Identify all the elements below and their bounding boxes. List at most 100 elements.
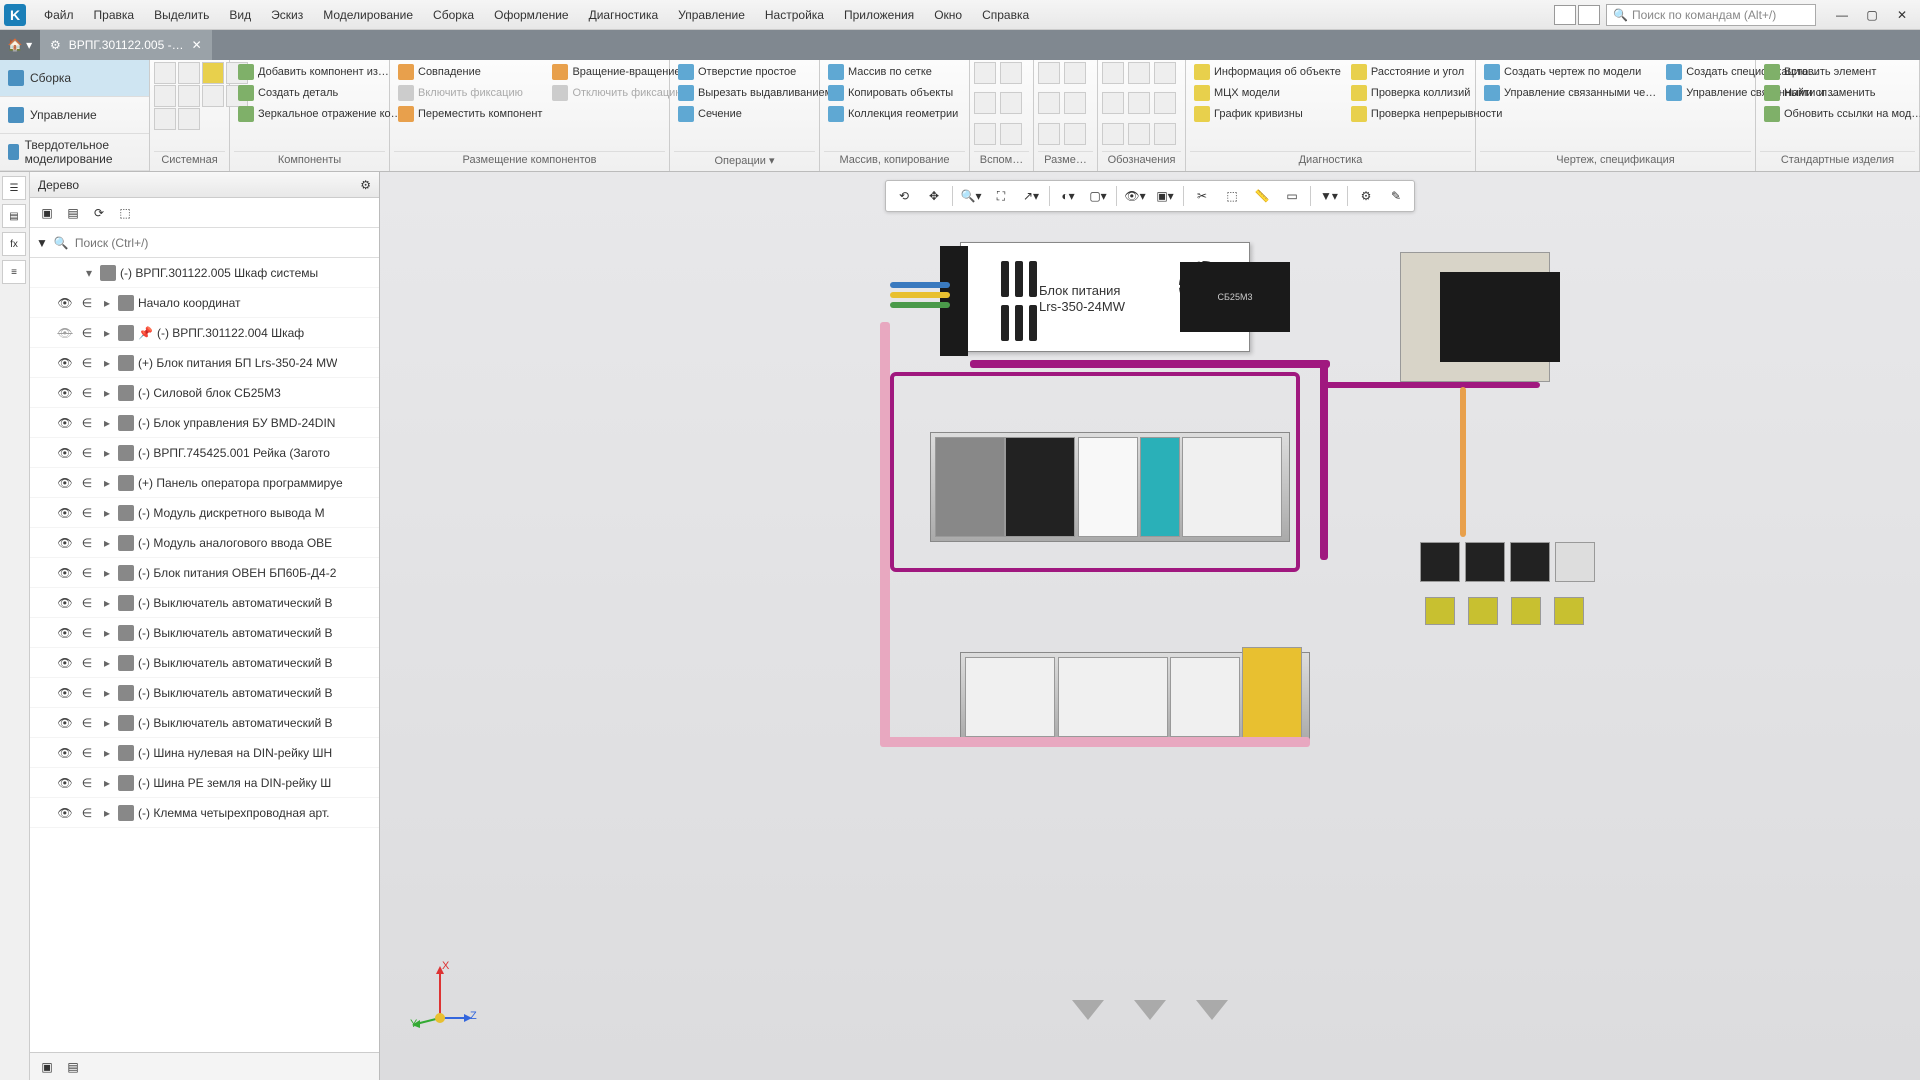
menu-Моделирование[interactable]: Моделирование [313,4,423,26]
visibility-icon[interactable]: 👁 [56,626,74,640]
inclusion-icon[interactable]: ∈ [78,806,96,820]
close-button[interactable]: ✕ [1888,4,1916,26]
menu-Выделить[interactable]: Выделить [144,4,219,26]
expand-icon[interactable]: ▸ [100,476,114,490]
expand-icon[interactable]: ▸ [100,386,114,400]
vp-settings-icon[interactable]: ⚙ [1352,183,1380,209]
inclusion-icon[interactable]: ∈ [78,296,96,310]
visibility-icon[interactable]: 👁 [56,416,74,430]
tree-settings-icon[interactable]: ⚙ [360,178,371,192]
aux-icon-3[interactable] [974,92,996,114]
annot-icon-6[interactable] [1154,92,1176,114]
ribbon-mode-assembly[interactable]: Сборка [0,60,149,97]
vp-pan-icon[interactable]: ✥ [920,183,948,209]
rotation-marker[interactable] [1196,1000,1228,1020]
expand-icon[interactable]: ▾ [82,266,96,280]
aux-icon-5[interactable] [974,123,996,145]
visibility-icon[interactable]: 👁 [56,446,74,460]
vp-orbit-icon[interactable]: ⟲ [890,183,918,209]
annot-icon-1[interactable] [1102,62,1124,84]
annot-icon-7[interactable] [1102,123,1124,145]
vp-wire-icon[interactable]: ▢▾ [1084,183,1112,209]
menu-Файл[interactable]: Файл [34,4,84,26]
rotation-marker[interactable] [1134,1000,1166,1020]
home-tab[interactable]: 🏠 ▾ [0,30,40,60]
tree-footer-2[interactable]: ▤ [62,1056,84,1078]
vp-explode-icon[interactable]: ⬚ [1218,183,1246,209]
vp-pencil-icon[interactable]: ✎ [1382,183,1410,209]
layout-icon-2[interactable] [1578,5,1600,25]
rotation-marker[interactable] [1072,1000,1104,1020]
menu-Вид[interactable]: Вид [219,4,261,26]
tree-tb-1[interactable]: ▣ [36,202,58,224]
visibility-icon[interactable]: 👁 [56,386,74,400]
visibility-icon[interactable]: 👁 [56,656,74,670]
filter-icon[interactable]: ▼ [36,236,48,250]
expand-icon[interactable]: ▸ [100,326,114,340]
grid-array-button[interactable]: Массив по сетке [824,62,962,82]
object-info-button[interactable]: Информация об объекте [1190,62,1345,82]
enable-fix-button[interactable]: Включить фиксацию [394,83,546,103]
update-refs-button[interactable]: Обновить ссылки на мод… [1760,104,1920,124]
viewport-3d[interactable]: ⟲ ✥ 🔍▾ ⛶ ↗▾ ◐▾ ▢▾ 👁▾ ▣▾ ✂ ⬚ 📏 ▭ ▼▾ ⚙ ✎ [380,172,1920,1080]
disable-fix-button[interactable]: Отключить фиксацию [548,83,687,103]
menu-Приложения[interactable]: Приложения [834,4,924,26]
minimize-button[interactable]: — [1828,4,1856,26]
visibility-icon[interactable]: 👁 [56,356,74,370]
visibility-icon[interactable]: 👁 [56,476,74,490]
expand-icon[interactable]: ▸ [100,806,114,820]
expand-icon[interactable]: ▸ [100,446,114,460]
app-icon[interactable]: K [4,4,26,26]
visibility-icon[interactable]: 👁 [56,566,74,580]
inclusion-icon[interactable]: ∈ [78,776,96,790]
menu-Окно[interactable]: Окно [924,4,972,26]
inclusion-icon[interactable]: ∈ [78,746,96,760]
vp-hide-icon[interactable]: 👁▾ [1121,183,1149,209]
mass-props-button[interactable]: МЦХ модели [1190,83,1345,103]
inclusion-icon[interactable]: ∈ [78,416,96,430]
curvature-button[interactable]: График кривизны [1190,104,1345,124]
create-drawing-button[interactable]: Создать чертеж по модели [1480,62,1660,82]
tree-row[interactable]: 👁∈▸(-) Выключатель автоматический В [30,588,379,618]
copy-objects-button[interactable]: Копировать объекты [824,83,962,103]
layout-icon-1[interactable] [1554,5,1576,25]
add-component-button[interactable]: Добавить компонент из… [234,62,406,82]
annot-icon-5[interactable] [1128,92,1150,114]
tree-row[interactable]: 👁∈▸Начало координат [30,288,379,318]
mirror-component-button[interactable]: Зеркальное отражение ко… [234,104,406,124]
aux-icon-2[interactable] [1000,62,1022,84]
vp-filter-icon[interactable]: ▼▾ [1315,183,1343,209]
expand-icon[interactable]: ▸ [100,776,114,790]
vbar-more-icon[interactable]: ≡ [2,260,26,284]
expand-icon[interactable]: ▸ [100,746,114,760]
vp-fit-icon[interactable]: ⛶ [987,183,1015,209]
new-icon[interactable] [154,62,176,84]
visibility-icon[interactable]: 👁 [56,716,74,730]
undo-icon[interactable] [154,108,176,130]
inclusion-icon[interactable]: ∈ [78,506,96,520]
inclusion-icon[interactable]: ∈ [78,566,96,580]
visibility-icon[interactable]: 👁 [56,776,74,790]
insert-std-button[interactable]: Вставить элемент [1760,62,1920,82]
vp-measure-icon[interactable]: 📏 [1248,183,1276,209]
section-button[interactable]: Сечение [674,104,836,124]
tree-row[interactable]: 👁∈▸(-) Модуль аналогового ввода ОВЕ [30,528,379,558]
annot-icon-3[interactable] [1154,62,1176,84]
tree-row[interactable]: 👁∈▸(-) Шина нулевая на DIN-рейку ШН [30,738,379,768]
visibility-icon[interactable]: 👁 [56,596,74,610]
paste-icon[interactable] [202,85,224,107]
menu-Диагностика[interactable]: Диагностика [579,4,669,26]
inclusion-icon[interactable]: ∈ [78,536,96,550]
aux-icon-1[interactable] [974,62,996,84]
tree-root[interactable]: ▾ (-) ВРПГ.301122.005 Шкаф системы [30,258,379,288]
vp-section-icon[interactable]: ✂ [1188,183,1216,209]
tree-row[interactable]: 👁∈▸(-) Блок питания ОВЕН БП60Б-Д4-2 [30,558,379,588]
tree-row[interactable]: 👁∈▸(-) Выключатель автоматический В [30,678,379,708]
annot-icon-8[interactable] [1128,123,1150,145]
vp-select-icon[interactable]: ▭ [1278,183,1306,209]
find-replace-button[interactable]: Найти и заменить [1760,83,1920,103]
document-tab[interactable]: ⚙ ВРПГ.301122.005 -… ✕ [40,30,212,60]
tree-row[interactable]: 👁∈▸(+) Блок питания БП Lrs-350-24 MW [30,348,379,378]
tree-row[interactable]: 👁∈▸📌(-) ВРПГ.301122.004 Шкаф [30,318,379,348]
inclusion-icon[interactable]: ∈ [78,686,96,700]
